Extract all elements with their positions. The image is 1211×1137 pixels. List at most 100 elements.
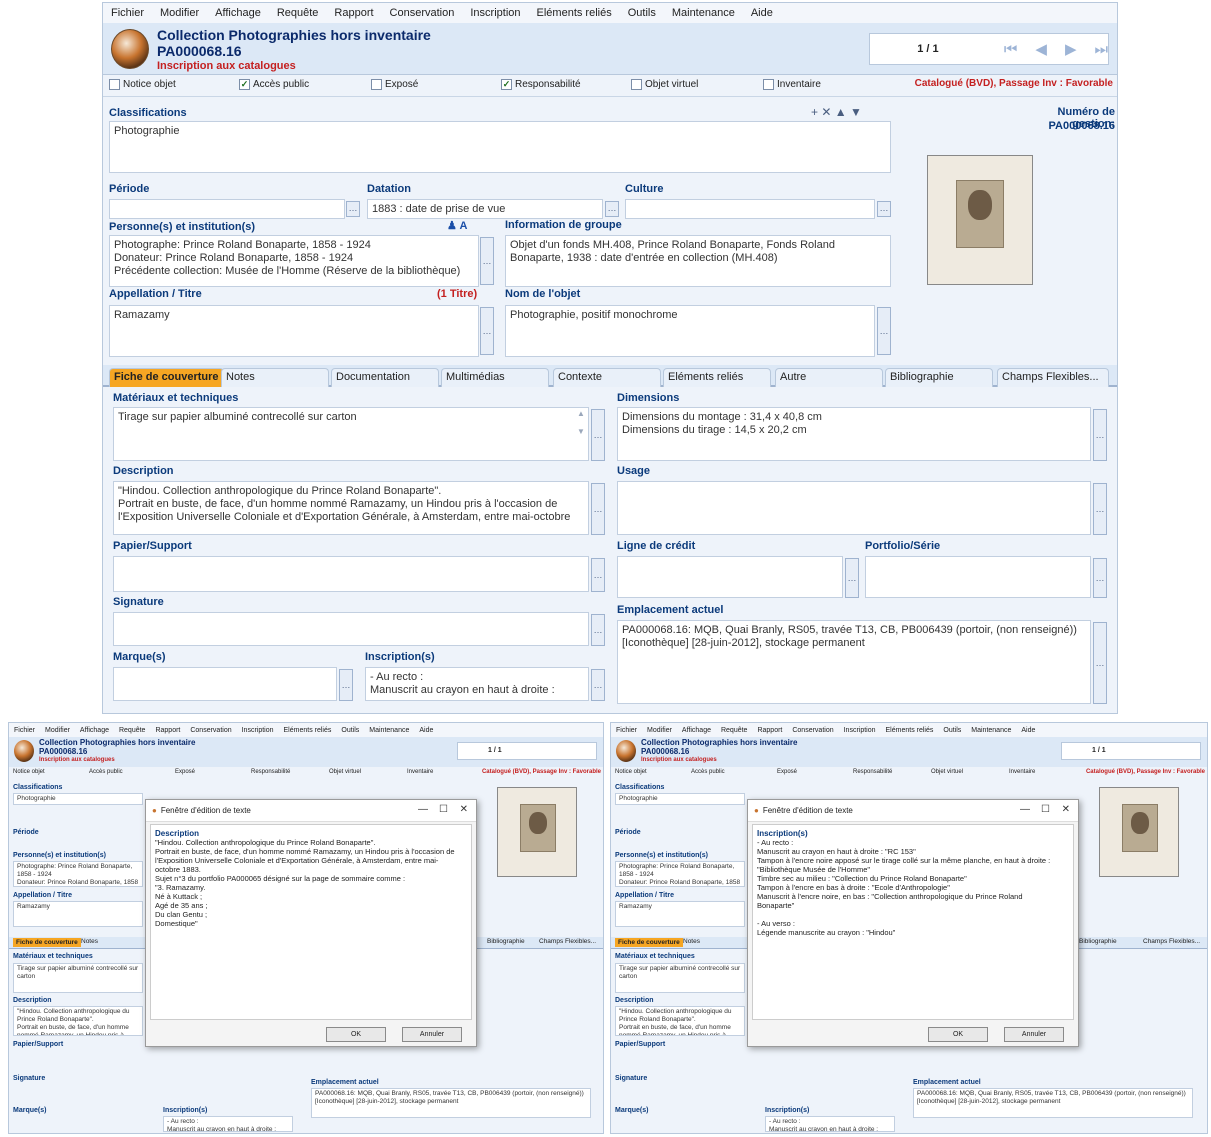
- acces-public-checkbox[interactable]: ✓ Accès public: [239, 79, 309, 90]
- last-record-icon[interactable]: ⏭: [1094, 41, 1108, 58]
- nom-objet-lookup-button[interactable]: …: [877, 307, 891, 355]
- inscriptions-edit-button[interactable]: …: [591, 669, 605, 701]
- portfolio-field[interactable]: [865, 556, 1091, 598]
- mini-tab-notes[interactable]: Notes: [81, 938, 98, 945]
- mini2-public[interactable]: Accès public: [691, 769, 725, 775]
- mini-classifications-field[interactable]: Photographie: [13, 793, 143, 805]
- responsabilite-checkbox[interactable]: ✓ Responsabilité: [501, 79, 581, 90]
- credit-edit-button[interactable]: …: [845, 558, 859, 598]
- dialog1-ok-button[interactable]: OK: [326, 1027, 386, 1042]
- dialog2-text-area[interactable]: Inscription(s) - Au recto : Manuscrit au…: [752, 824, 1074, 1020]
- mini2-tab-bibliographie[interactable]: Bibliographie: [1079, 938, 1117, 945]
- inventaire-checkbox[interactable]: Inventaire: [763, 79, 821, 90]
- materiaux-scroll[interactable]: ▲ ▼: [575, 409, 587, 436]
- appellation-field[interactable]: Ramazamy: [109, 305, 479, 357]
- personnes-field[interactable]: Photographe: Prince Roland Bonaparte, 18…: [109, 235, 479, 287]
- mini-description-field[interactable]: "Hindou. Collection anthropologique du P…: [13, 1006, 143, 1036]
- materiaux-field[interactable]: Tirage sur papier albuminé contrecollé s…: [113, 407, 589, 461]
- mini-appellation-field[interactable]: Ramazamy: [13, 901, 143, 927]
- mini2-notice[interactable]: Notice objet: [615, 769, 647, 775]
- usage-edit-button[interactable]: …: [1093, 483, 1107, 535]
- tab-bibliographie[interactable]: Bibliographie: [885, 368, 993, 387]
- dimensions-edit-button[interactable]: …: [1093, 409, 1107, 461]
- tab-fiche-couverture[interactable]: Fiche de couverture: [109, 368, 224, 387]
- mini-tab-champs[interactable]: Champs Flexibles...: [539, 938, 596, 945]
- mini-menu-rapport[interactable]: Rapport: [150, 727, 185, 734]
- periode-field[interactable]: [109, 199, 345, 219]
- mini-menu-requete[interactable]: Requête: [114, 727, 150, 734]
- menu-fichier[interactable]: Fichier: [103, 7, 152, 19]
- marques-edit-button[interactable]: …: [339, 669, 353, 701]
- portfolio-edit-button[interactable]: …: [1093, 558, 1107, 598]
- menu-aide[interactable]: Aide: [743, 7, 781, 19]
- menu-inscription[interactable]: Inscription: [462, 7, 528, 19]
- prev-record-icon[interactable]: ◀: [1035, 40, 1047, 58]
- expose-checkbox[interactable]: Exposé: [371, 79, 418, 90]
- menu-rapport[interactable]: Rapport: [326, 7, 381, 19]
- mini-public[interactable]: Accès public: [89, 769, 123, 775]
- tab-elements-relies[interactable]: Eléments reliés: [663, 368, 771, 387]
- mini2-menu-modifier[interactable]: Modifier: [642, 727, 677, 734]
- mini2-inventaire[interactable]: Inventaire: [1009, 769, 1035, 775]
- mini-photo-right[interactable]: [1099, 787, 1179, 877]
- mini2-menu-requete[interactable]: Requête: [716, 727, 752, 734]
- mini-virtuel[interactable]: Objet virtuel: [329, 769, 361, 775]
- mini2-menu-outils[interactable]: Outils: [938, 727, 966, 734]
- marques-field[interactable]: [113, 667, 337, 701]
- description-edit-button[interactable]: …: [591, 483, 605, 535]
- dialog1-cancel-button[interactable]: Annuler: [402, 1027, 462, 1042]
- datation-field[interactable]: 1883 : date de prise de vue: [367, 199, 603, 219]
- move-down-icon[interactable]: ▼: [850, 105, 862, 119]
- tab-documentation[interactable]: Documentation: [331, 368, 439, 387]
- mini-inventaire[interactable]: Inventaire: [407, 769, 433, 775]
- menu-affichage[interactable]: Affichage: [207, 7, 269, 19]
- mini-notice[interactable]: Notice objet: [13, 769, 45, 775]
- menu-conservation[interactable]: Conservation: [382, 7, 463, 19]
- culture-lookup-button[interactable]: …: [877, 201, 891, 217]
- papier-field[interactable]: [113, 556, 589, 592]
- dialog1-text-area[interactable]: Description "Hindou. Collection anthropo…: [150, 824, 472, 1020]
- mini-menu-affichage[interactable]: Affichage: [75, 727, 114, 734]
- mini-menu-conservation[interactable]: Conservation: [185, 727, 236, 734]
- mini2-tab-champs[interactable]: Champs Flexibles...: [1143, 938, 1200, 945]
- papier-edit-button[interactable]: …: [591, 558, 605, 592]
- menu-maintenance[interactable]: Maintenance: [664, 7, 743, 19]
- dialog1-close-icon[interactable]: ✕: [460, 804, 468, 815]
- periode-lookup-button[interactable]: …: [346, 201, 360, 217]
- move-up-icon[interactable]: ▲: [835, 105, 847, 119]
- dialog2-minimize-icon[interactable]: —: [1020, 804, 1030, 815]
- dialog2-close-icon[interactable]: ✕: [1062, 804, 1070, 815]
- tab-contexte[interactable]: Contexte: [553, 368, 661, 387]
- mini-menu-fichier[interactable]: Fichier: [9, 727, 40, 734]
- mini2-expose[interactable]: Exposé: [777, 769, 797, 775]
- datation-lookup-button[interactable]: …: [605, 201, 619, 217]
- dialog1-maximize-icon[interactable]: ☐: [439, 804, 448, 815]
- person-icon[interactable]: ♟ A: [447, 219, 467, 232]
- first-record-icon[interactable]: ⏮: [1004, 41, 1018, 58]
- dialog2-maximize-icon[interactable]: ☐: [1041, 804, 1050, 815]
- mini2-responsabilite[interactable]: Responsabilité: [853, 769, 892, 775]
- next-record-icon[interactable]: ▶: [1065, 40, 1077, 58]
- mini2-description-field[interactable]: "Hindou. Collection anthropologique du P…: [615, 1006, 745, 1036]
- add-icon[interactable]: +: [811, 105, 818, 119]
- mini-inscriptions-field[interactable]: - Au recto : Manuscrit au crayon en haut…: [163, 1116, 293, 1132]
- mini2-menu-rapport[interactable]: Rapport: [752, 727, 787, 734]
- usage-field[interactable]: [617, 481, 1091, 535]
- mini2-virtuel[interactable]: Objet virtuel: [931, 769, 963, 775]
- menu-outils[interactable]: Outils: [620, 7, 664, 19]
- mini2-menu-affichage[interactable]: Affichage: [677, 727, 716, 734]
- delete-icon[interactable]: ✕: [821, 105, 831, 119]
- menu-elements-relies[interactable]: Eléments reliés: [529, 7, 620, 19]
- mini-menu-outils[interactable]: Outils: [336, 727, 364, 734]
- mini2-menu-inscription[interactable]: Inscription: [839, 727, 881, 734]
- culture-field[interactable]: [625, 199, 875, 219]
- mini2-menu-fichier[interactable]: Fichier: [611, 727, 642, 734]
- mini2-appellation-field[interactable]: Ramazamy: [615, 901, 745, 927]
- notice-objet-checkbox[interactable]: Notice objet: [109, 79, 176, 90]
- mini2-tab-fiche[interactable]: Fiche de couverture: [615, 938, 683, 947]
- dialog1-minimize-icon[interactable]: —: [418, 804, 428, 815]
- dimensions-field[interactable]: Dimensions du montage : 31,4 x 40,8 cm D…: [617, 407, 1091, 461]
- mini-responsabilite[interactable]: Responsabilité: [251, 769, 290, 775]
- description-field[interactable]: "Hindou. Collection anthropologique du P…: [113, 481, 589, 535]
- mini2-menu-conservation[interactable]: Conservation: [787, 727, 838, 734]
